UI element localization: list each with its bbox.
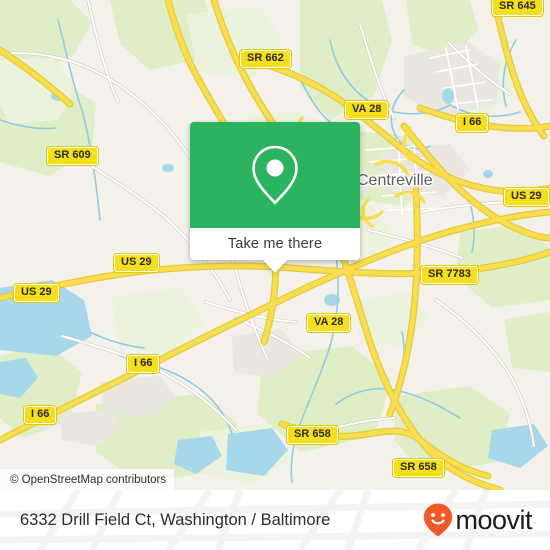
destination-popup-card[interactable]: Take me there — [190, 122, 360, 273]
moovit-smiley-pin-icon — [424, 503, 453, 537]
road-shield: SR 7783 — [420, 265, 479, 285]
map-pin-icon — [252, 145, 298, 205]
popup-icon-area — [190, 122, 360, 228]
map-attribution[interactable]: © OpenStreetMap contributors — [0, 469, 175, 490]
moovit-wordmark: moovit — [455, 504, 532, 535]
road-shield: I 66 — [22, 405, 58, 425]
road-shield: SR 609 — [46, 146, 99, 166]
moovit-map-screenshot: Centreville SR 645 SR 662 VA 28 I 66 SR 609 U… — [0, 0, 550, 550]
attribution-text: © OpenStreetMap contributors — [10, 473, 167, 486]
footer-bar: 6332 Drill Field Ct, Washington / Baltim… — [0, 490, 550, 550]
address-label: 6332 Drill Field Ct, Washington / Baltim… — [20, 510, 331, 529]
road-shield: VA 28 — [305, 313, 352, 333]
popup-tail — [263, 260, 287, 273]
road-shield: SR 645 — [491, 0, 544, 17]
road-shield: US 29 — [503, 187, 550, 207]
popup-action-area[interactable]: Take me there — [190, 228, 360, 273]
road-shield: SR 658 — [286, 425, 339, 445]
road-shield: I 66 — [125, 354, 161, 374]
place-label-centreville: Centreville — [357, 172, 433, 189]
road-shield: VA 28 — [343, 100, 390, 120]
map-canvas[interactable]: Centreville SR 645 SR 662 VA 28 I 66 SR 609 U… — [0, 0, 550, 490]
road-shield: SR 662 — [239, 49, 292, 69]
road-shield: US 29 — [113, 253, 160, 273]
take-me-there-button[interactable]: Take me there — [228, 236, 322, 252]
road-shield: SR 658 — [392, 458, 445, 478]
moovit-logo[interactable]: moovit — [422, 502, 532, 538]
road-shield: I 66 — [454, 113, 490, 133]
road-shield: US 29 — [13, 283, 60, 303]
